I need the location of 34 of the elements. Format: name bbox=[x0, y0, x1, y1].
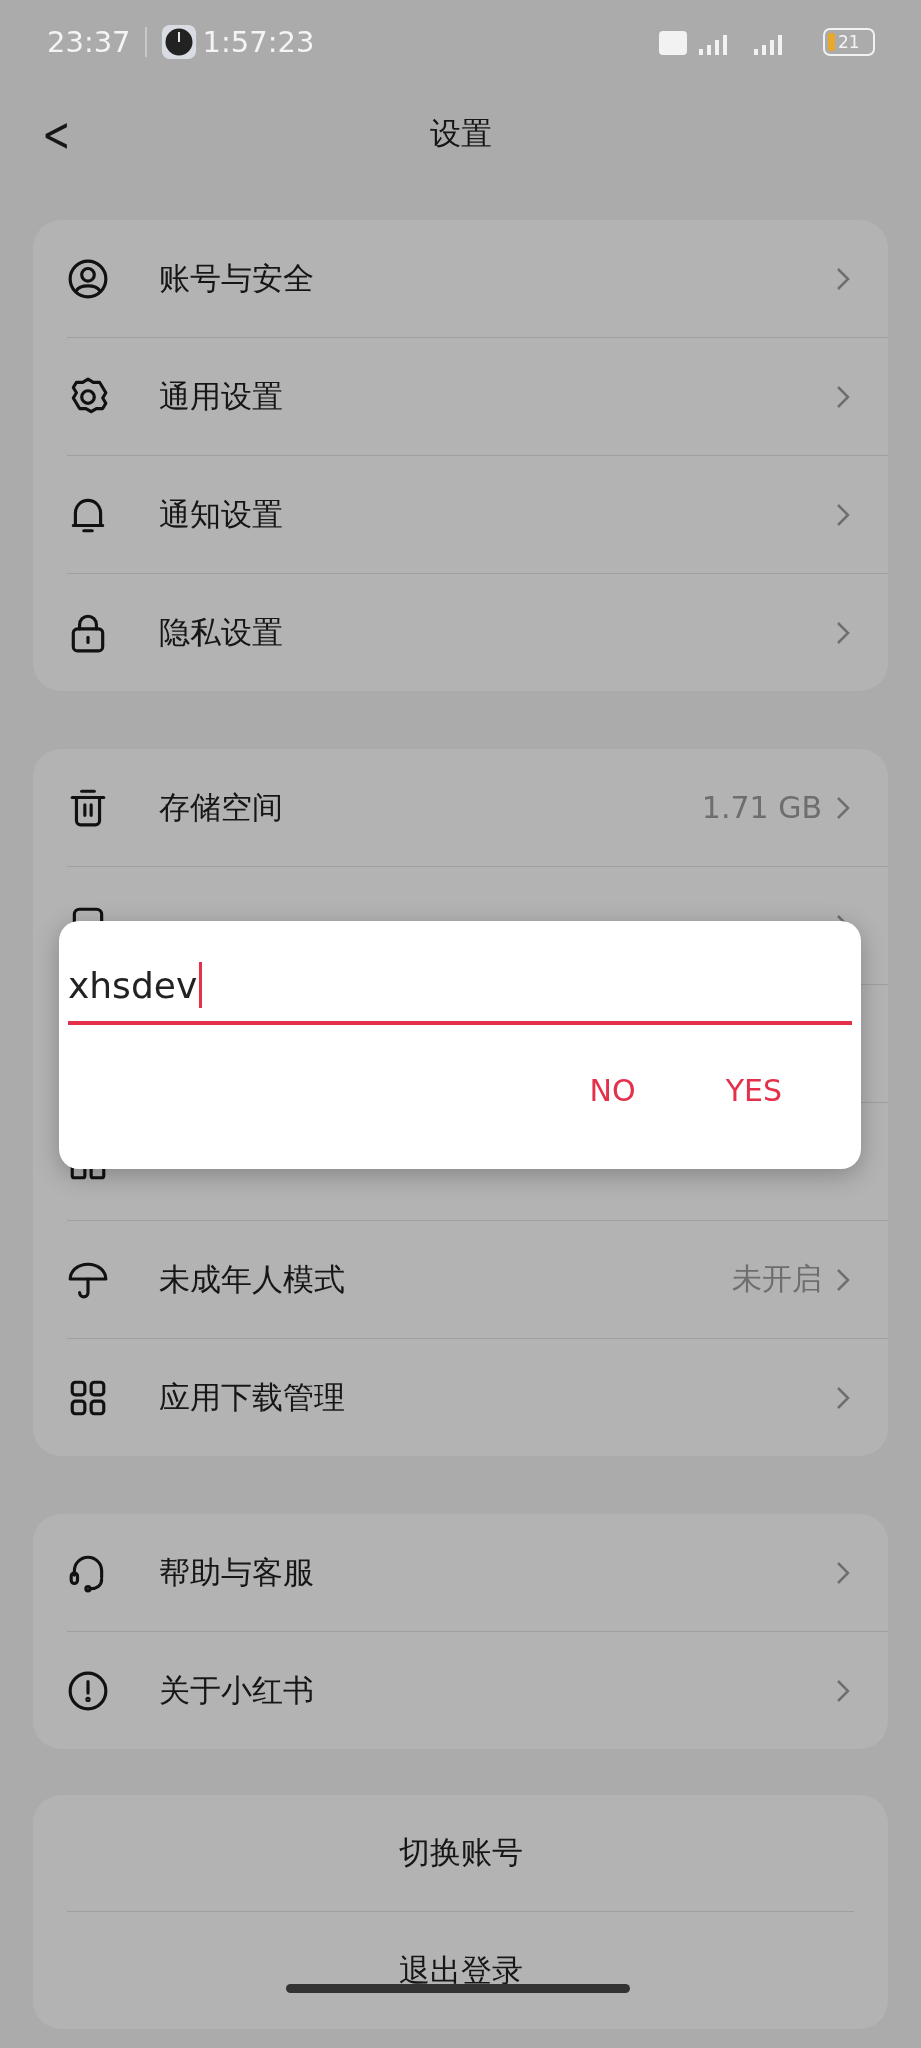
input-field[interactable]: xhsdev bbox=[68, 949, 852, 1025]
chevron-right-icon bbox=[836, 1678, 850, 1703]
back-button[interactable]: < bbox=[34, 100, 79, 168]
setting-item[interactable]: 未成年人模式 bbox=[159, 1258, 345, 1301]
setting-item[interactable]: 关于小红书 bbox=[159, 1669, 314, 1712]
user-icon bbox=[67, 257, 109, 300]
setting-item[interactable]: 应用下载管理 bbox=[159, 1376, 345, 1419]
chevron-right-icon bbox=[836, 266, 850, 291]
account-button[interactable]: 退出登录 bbox=[67, 1912, 854, 2029]
account-button[interactable]: 切换账号 bbox=[67, 1795, 854, 1912]
chevron-right-icon bbox=[836, 795, 850, 820]
alert-icon bbox=[67, 1669, 109, 1712]
dialog-button[interactable]: NO bbox=[569, 1067, 656, 1114]
setting-item[interactable]: 账号与安全 bbox=[159, 257, 314, 300]
setting-value: 未开启 bbox=[732, 1260, 822, 1298]
timer-text: 1:57:23 bbox=[202, 25, 315, 59]
setting-value: 1.71 GB bbox=[701, 790, 822, 825]
setting-item[interactable]: 存储空间 bbox=[159, 786, 283, 829]
clock-time: 23:37 bbox=[47, 25, 131, 59]
setting-item[interactable]: 隐私设置 bbox=[159, 611, 283, 654]
setting-item[interactable]: 通用设置 bbox=[159, 375, 283, 418]
page-title: 设置 bbox=[429, 114, 492, 153]
chevron-right-icon bbox=[836, 1560, 850, 1585]
dialog-button[interactable]: YES bbox=[705, 1067, 802, 1114]
chevron-right-icon bbox=[836, 620, 850, 645]
home-indicator[interactable] bbox=[286, 1984, 630, 1993]
chevron-right-icon bbox=[836, 502, 850, 527]
clock-icon bbox=[160, 24, 197, 60]
chevron-right-icon bbox=[836, 1385, 850, 1410]
setting-item[interactable]: 帮助与客服 bbox=[159, 1551, 314, 1594]
battery-icon: 21 bbox=[823, 28, 875, 56]
chevron-right-icon bbox=[836, 384, 850, 409]
chevron-right-icon bbox=[836, 1267, 850, 1292]
setting-item[interactable]: 通知设置 bbox=[159, 493, 283, 536]
